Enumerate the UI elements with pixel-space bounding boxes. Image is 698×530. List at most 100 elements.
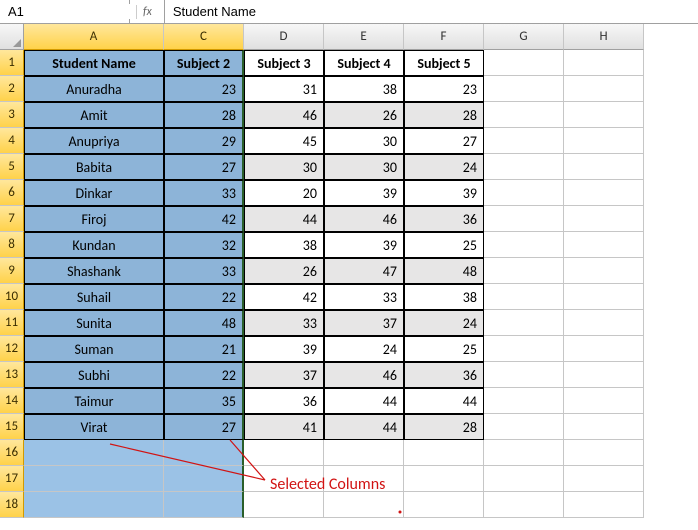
cell[interactable] bbox=[564, 128, 644, 154]
cell[interactable] bbox=[484, 128, 564, 154]
cell[interactable] bbox=[484, 180, 564, 206]
row-header[interactable]: 10 bbox=[0, 284, 24, 310]
cell[interactable]: 30 bbox=[324, 154, 404, 180]
row-header[interactable]: 18 bbox=[0, 492, 24, 518]
col-header-H[interactable]: H bbox=[564, 24, 644, 50]
col-header-D[interactable]: D bbox=[244, 24, 324, 50]
cell[interactable]: 39 bbox=[244, 336, 324, 362]
cell[interactable]: Taimur bbox=[24, 388, 164, 414]
cell[interactable]: 36 bbox=[404, 362, 484, 388]
cell[interactable]: 33 bbox=[164, 180, 244, 206]
cell[interactable]: Shashank bbox=[24, 258, 164, 284]
cell[interactable] bbox=[564, 466, 644, 492]
cell[interactable]: 25 bbox=[404, 232, 484, 258]
cell[interactable]: 23 bbox=[164, 76, 244, 102]
row-header[interactable]: 11 bbox=[0, 310, 24, 336]
cell[interactable] bbox=[564, 492, 644, 518]
cell[interactable] bbox=[484, 388, 564, 414]
row-header[interactable]: 8 bbox=[0, 232, 24, 258]
table-header[interactable]: Subject 4 bbox=[324, 50, 404, 76]
cell[interactable] bbox=[484, 414, 564, 440]
row-header[interactable]: 9 bbox=[0, 258, 24, 284]
cell[interactable]: 33 bbox=[164, 258, 244, 284]
select-all-corner[interactable] bbox=[0, 24, 24, 50]
cell[interactable] bbox=[484, 154, 564, 180]
cell[interactable] bbox=[564, 232, 644, 258]
row-header[interactable]: 6 bbox=[0, 180, 24, 206]
cell[interactable] bbox=[564, 258, 644, 284]
cell[interactable]: 44 bbox=[244, 206, 324, 232]
cell[interactable]: 27 bbox=[404, 128, 484, 154]
col-header-A[interactable]: A bbox=[24, 24, 164, 50]
cell[interactable]: 48 bbox=[404, 258, 484, 284]
row-header[interactable]: 7 bbox=[0, 206, 24, 232]
cell[interactable] bbox=[324, 466, 404, 492]
cell[interactable]: 33 bbox=[244, 310, 324, 336]
row-header[interactable]: 14 bbox=[0, 388, 24, 414]
cell[interactable]: 44 bbox=[324, 388, 404, 414]
cell[interactable]: Dinkar bbox=[24, 180, 164, 206]
cell[interactable] bbox=[564, 440, 644, 466]
cell[interactable] bbox=[404, 466, 484, 492]
cell[interactable]: 44 bbox=[324, 414, 404, 440]
row-header[interactable]: 17 bbox=[0, 466, 24, 492]
cell[interactable] bbox=[564, 336, 644, 362]
cell[interactable] bbox=[164, 492, 244, 518]
cell[interactable]: 45 bbox=[244, 128, 324, 154]
table-header[interactable]: Subject 3 bbox=[244, 50, 324, 76]
cell[interactable] bbox=[564, 206, 644, 232]
cell[interactable]: 46 bbox=[324, 362, 404, 388]
row-header[interactable]: 5 bbox=[0, 154, 24, 180]
cell[interactable]: 21 bbox=[164, 336, 244, 362]
cell[interactable]: 22 bbox=[164, 362, 244, 388]
cell[interactable]: 30 bbox=[244, 154, 324, 180]
cell[interactable] bbox=[564, 76, 644, 102]
cell[interactable] bbox=[324, 492, 404, 518]
table-header[interactable]: Student Name bbox=[24, 50, 164, 76]
cell[interactable] bbox=[484, 232, 564, 258]
cell[interactable] bbox=[244, 440, 324, 466]
cell[interactable] bbox=[404, 492, 484, 518]
cell[interactable] bbox=[484, 492, 564, 518]
cell[interactable]: 39 bbox=[404, 180, 484, 206]
cell[interactable]: Anuradha bbox=[24, 76, 164, 102]
fx-icon[interactable]: fx bbox=[136, 5, 158, 19]
cell[interactable]: 29 bbox=[164, 128, 244, 154]
row-header[interactable]: 2 bbox=[0, 76, 24, 102]
cell[interactable] bbox=[564, 154, 644, 180]
cell[interactable]: 42 bbox=[164, 206, 244, 232]
cell[interactable]: 28 bbox=[404, 102, 484, 128]
cell[interactable]: Virat bbox=[24, 414, 164, 440]
cell[interactable] bbox=[484, 284, 564, 310]
cell[interactable]: 26 bbox=[324, 102, 404, 128]
cell[interactable]: 39 bbox=[324, 232, 404, 258]
cell[interactable] bbox=[484, 76, 564, 102]
cell[interactable] bbox=[164, 440, 244, 466]
cell[interactable]: 46 bbox=[324, 206, 404, 232]
cell[interactable]: Suhail bbox=[24, 284, 164, 310]
cell[interactable]: 24 bbox=[404, 310, 484, 336]
cell[interactable] bbox=[404, 440, 484, 466]
cell[interactable]: 36 bbox=[244, 388, 324, 414]
cell[interactable] bbox=[484, 102, 564, 128]
cell[interactable] bbox=[564, 180, 644, 206]
cell[interactable]: 35 bbox=[164, 388, 244, 414]
cell[interactable]: 37 bbox=[244, 362, 324, 388]
cell[interactable]: 28 bbox=[404, 414, 484, 440]
row-header[interactable]: 16 bbox=[0, 440, 24, 466]
cell[interactable]: 46 bbox=[244, 102, 324, 128]
formula-input[interactable] bbox=[165, 0, 698, 23]
cell[interactable]: 27 bbox=[164, 414, 244, 440]
cell[interactable]: 30 bbox=[324, 128, 404, 154]
cell[interactable]: 24 bbox=[324, 336, 404, 362]
cell[interactable] bbox=[564, 310, 644, 336]
cell[interactable]: 24 bbox=[404, 154, 484, 180]
cell[interactable]: 31 bbox=[244, 76, 324, 102]
cell[interactable]: 44 bbox=[404, 388, 484, 414]
cell[interactable]: 22 bbox=[164, 284, 244, 310]
cell[interactable]: Babita bbox=[24, 154, 164, 180]
cell[interactable]: Suman bbox=[24, 336, 164, 362]
cell[interactable] bbox=[324, 440, 404, 466]
cell[interactable]: 41 bbox=[244, 414, 324, 440]
cell[interactable] bbox=[484, 440, 564, 466]
